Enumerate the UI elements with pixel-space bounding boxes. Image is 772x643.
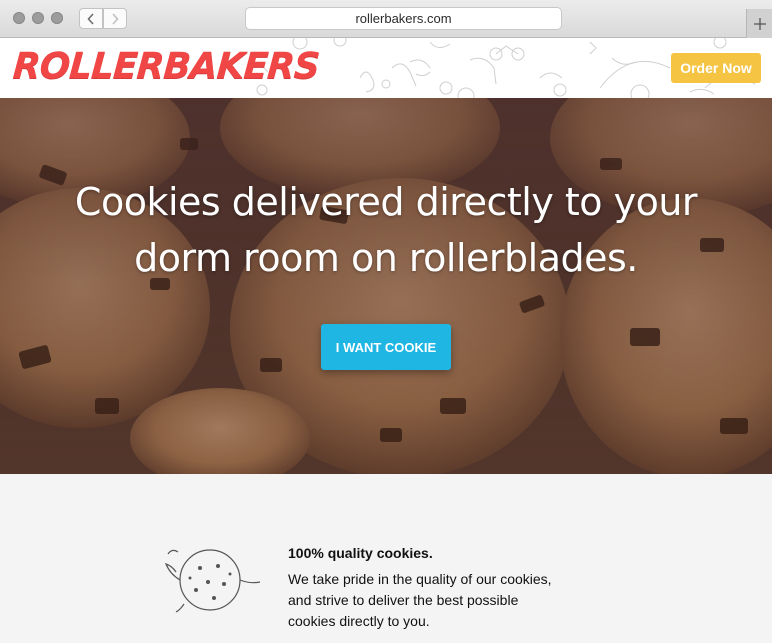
back-button[interactable] bbox=[79, 8, 103, 29]
rollerbakers-logo[interactable]: ROLLERBAKERS bbox=[12, 46, 321, 87]
cookies-background-image bbox=[0, 98, 772, 474]
features-section: 100% quality cookies. We take pride in t… bbox=[0, 474, 772, 643]
feature-description: We take pride in the quality of our cook… bbox=[288, 569, 588, 632]
close-window-button[interactable] bbox=[13, 12, 25, 24]
new-tab-button[interactable] bbox=[746, 9, 772, 38]
minimize-window-button[interactable] bbox=[32, 12, 44, 24]
forward-button[interactable] bbox=[103, 8, 127, 29]
site-header: ROLLERBAKERS Order Now bbox=[0, 38, 772, 98]
browser-toolbar: rollerbakers.com bbox=[0, 0, 772, 38]
feature-title: 100% quality cookies. bbox=[288, 545, 433, 561]
plus-icon bbox=[753, 17, 766, 30]
i-want-cookie-button[interactable]: I WANT COOKIE bbox=[321, 324, 451, 370]
zoom-window-button[interactable] bbox=[51, 12, 63, 24]
chevron-right-icon bbox=[112, 12, 119, 25]
chevron-left-icon bbox=[87, 12, 94, 25]
hero-headline: Cookies delivered directly to your dorm … bbox=[0, 174, 772, 286]
hero-section: Cookies delivered directly to your dorm … bbox=[0, 98, 772, 474]
hero-headline-line-1: Cookies delivered directly to your bbox=[74, 180, 698, 224]
cookie-illustration-icon bbox=[164, 549, 261, 613]
hero-headline-line-2: dorm room on rollerblades. bbox=[134, 236, 638, 280]
feature-description-line-2: and strive to deliver the best possible bbox=[288, 592, 519, 608]
feature-description-line-3: cookies directly to you. bbox=[288, 613, 430, 629]
order-now-button[interactable]: Order Now bbox=[671, 53, 761, 83]
address-bar[interactable]: rollerbakers.com bbox=[245, 7, 562, 30]
url-text: rollerbakers.com bbox=[355, 11, 452, 26]
feature-description-line-1: We take pride in the quality of our cook… bbox=[288, 571, 552, 587]
